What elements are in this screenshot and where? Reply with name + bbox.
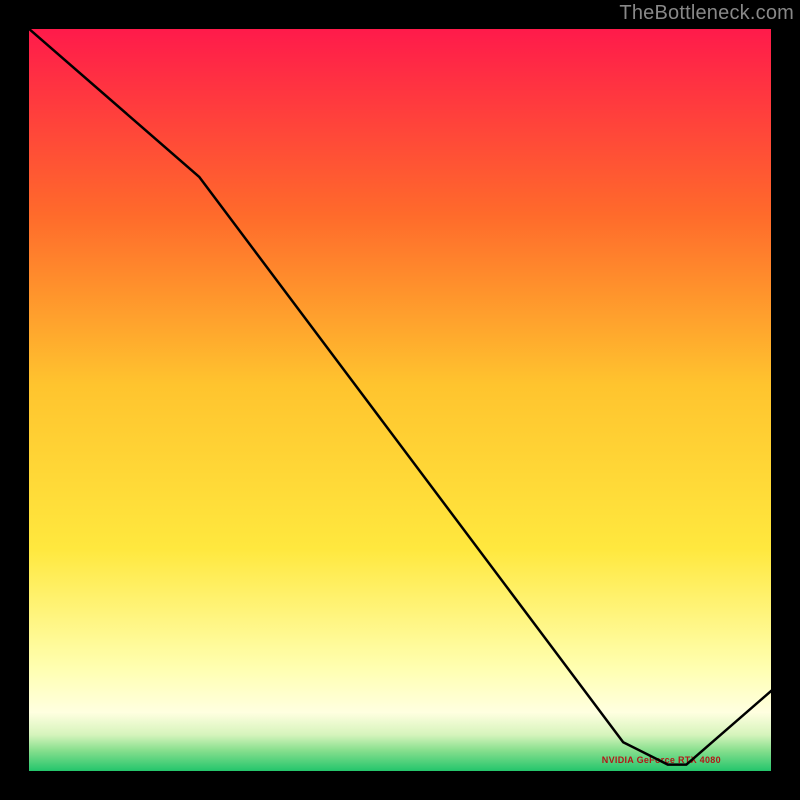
chart-root: TheBottleneck.com NVIDIA GeForce RTX 408… — [0, 0, 800, 800]
plot-area: NVIDIA GeForce RTX 4080 — [28, 28, 772, 772]
watermark-text: TheBottleneck.com — [619, 2, 794, 25]
plot-container: NVIDIA GeForce RTX 4080 — [28, 28, 772, 772]
bottleneck-curve — [28, 28, 772, 772]
